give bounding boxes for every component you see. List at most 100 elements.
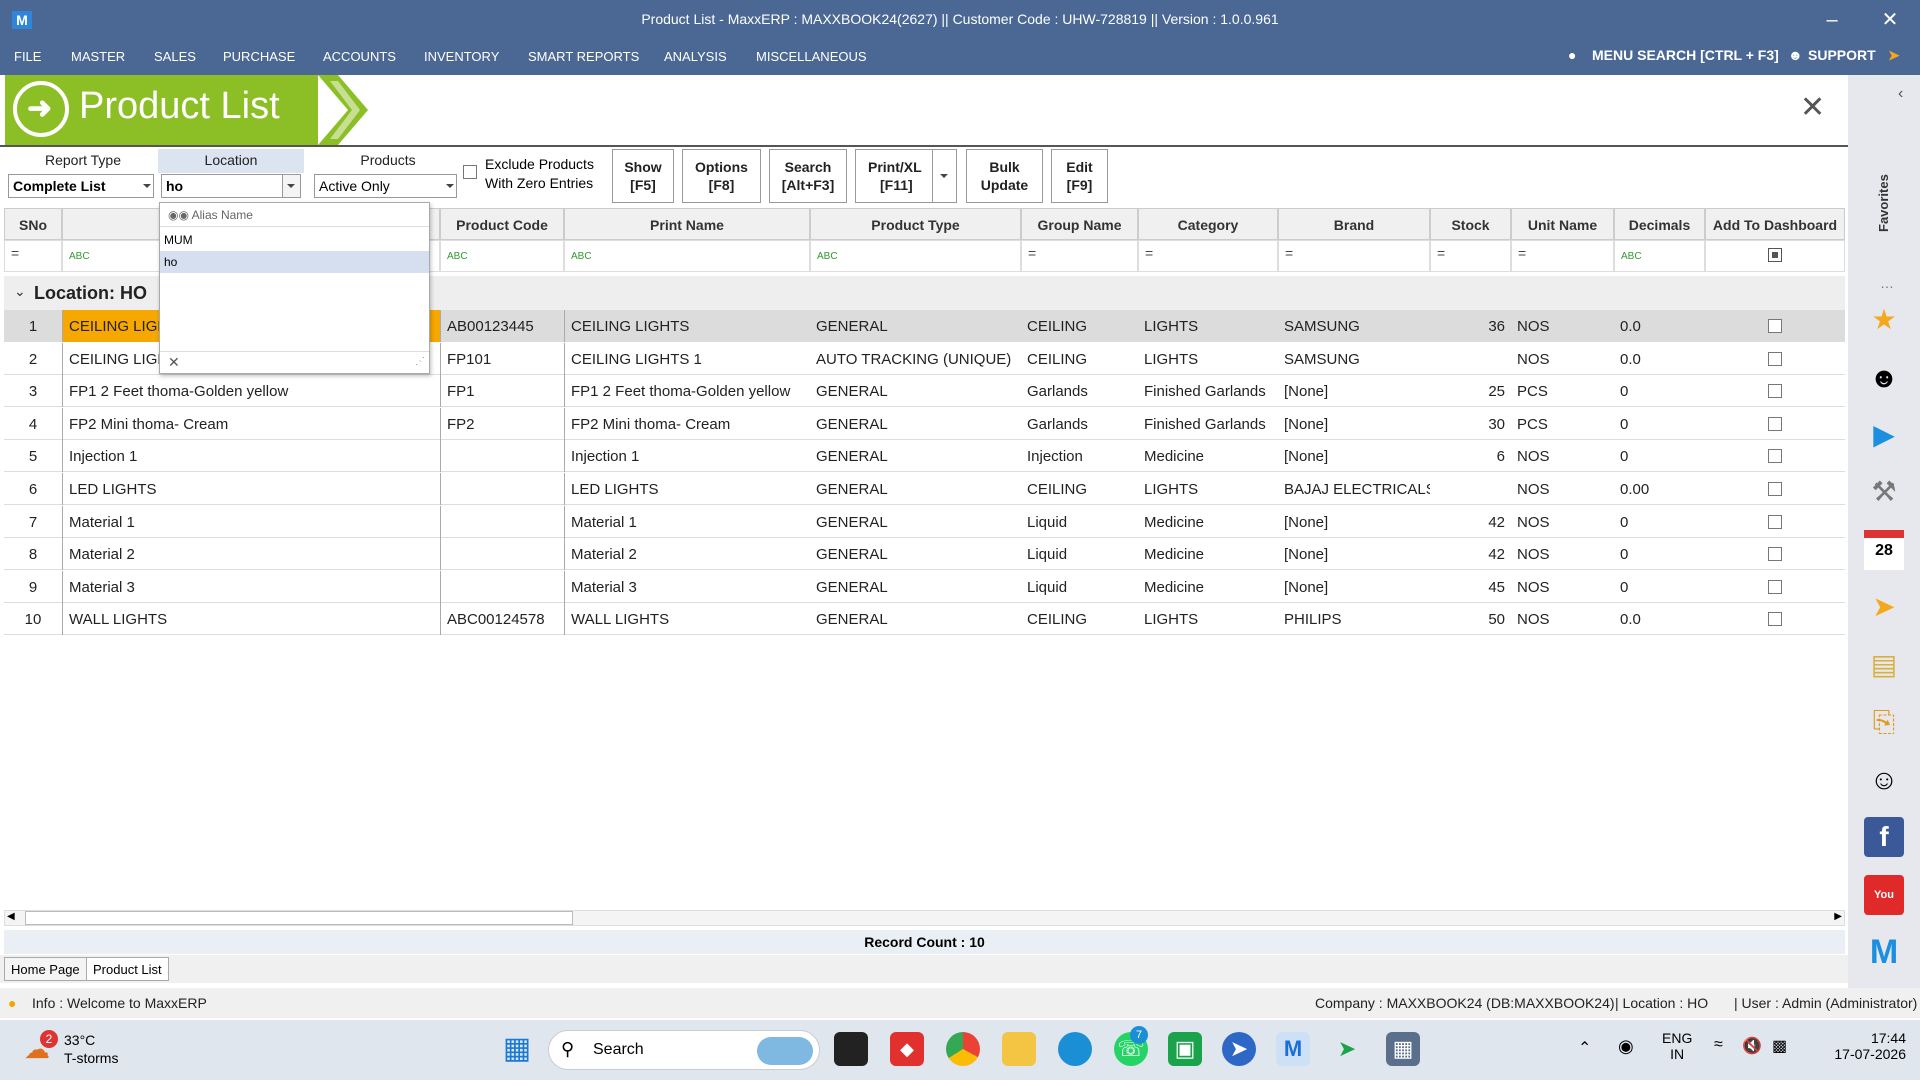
filter-decimals[interactable]: ABC xyxy=(1614,240,1705,272)
cell-product-name[interactable]: FP1 2 Feet thoma-Golden yellow xyxy=(62,375,440,408)
clear-icon[interactable]: ✕ xyxy=(168,354,180,370)
col-brand[interactable]: Brand xyxy=(1278,208,1430,240)
add-to-dashboard-checkbox[interactable] xyxy=(1768,384,1782,399)
add-to-dashboard-checkbox[interactable] xyxy=(1768,482,1782,496)
cell-group-name[interactable]: Garlands xyxy=(1021,408,1138,440)
cell-category[interactable]: LIGHTS xyxy=(1138,310,1278,342)
collapse-icon[interactable]: ‹ xyxy=(1898,85,1903,103)
chevron-up-icon[interactable]: ⌃ xyxy=(1578,1038,1591,1058)
col-sno[interactable]: SNo xyxy=(4,208,62,240)
chevron-down-icon[interactable]: ⌄ xyxy=(14,283,26,300)
show-button[interactable]: Show [F5] xyxy=(612,149,674,203)
cell-group-name[interactable]: Liquid xyxy=(1021,538,1138,570)
cell-sno[interactable]: 4 xyxy=(4,408,62,440)
support-button[interactable]: SUPPORT xyxy=(1808,47,1876,63)
menu-miscellaneous[interactable]: MISCELLANEOUS xyxy=(756,49,867,64)
clipboard-icon[interactable]: ⎘ xyxy=(1864,702,1904,742)
exclude-zero-checkbox[interactable] xyxy=(463,165,477,179)
cell-print-name[interactable]: CEILING LIGHTS xyxy=(564,310,810,342)
filter-add-to-dashboard[interactable] xyxy=(1705,240,1845,272)
browser-icon[interactable]: ➤ xyxy=(1222,1032,1256,1066)
table-row[interactable]: 4 FP2 Mini thoma- Cream FP2 FP2 Mini thoma-… xyxy=(4,407,1845,440)
cell-product-name[interactable]: Material 2 xyxy=(62,538,440,571)
tools-icon[interactable]: ⚒ xyxy=(1864,472,1904,512)
menu-search[interactable]: MENU SEARCH [CTRL + F3] xyxy=(1592,47,1779,63)
maxxerp-taskbar-icon[interactable]: M xyxy=(1276,1032,1310,1066)
weather-desc[interactable]: T-storms xyxy=(64,1050,118,1066)
col-group-name[interactable]: Group Name xyxy=(1021,208,1138,240)
chrome-icon[interactable] xyxy=(946,1032,980,1066)
file-explorer-icon[interactable] xyxy=(1002,1032,1036,1066)
taskbar-search[interactable]: ⚲ Search xyxy=(548,1030,820,1070)
cell-category[interactable]: Medicine xyxy=(1138,440,1278,472)
cell-product-code[interactable] xyxy=(440,473,564,505)
filter-unit-name[interactable]: = xyxy=(1511,240,1614,272)
cell-print-name[interactable]: Material 2 xyxy=(564,538,810,571)
cell-brand[interactable]: BAJAJ ELECTRICALS xyxy=(1278,473,1430,505)
add-to-dashboard-checkbox[interactable] xyxy=(1768,319,1782,333)
cell-product-name[interactable]: WALL LIGHTS xyxy=(62,603,440,636)
green-arrow-icon[interactable]: ➤ xyxy=(1330,1032,1364,1066)
cell-stock[interactable]: 25 xyxy=(1430,375,1511,407)
cell-product-type[interactable]: GENERAL xyxy=(810,408,1021,440)
table-row[interactable]: 7 Material 1 Material 1 GENERAL Liquid Medici… xyxy=(4,505,1845,538)
cell-unit-name[interactable]: NOS xyxy=(1511,603,1614,635)
wifi-icon[interactable]: ≈ xyxy=(1714,1036,1723,1054)
cell-product-code[interactable] xyxy=(440,505,564,538)
notes-icon[interactable]: ▤ xyxy=(1864,645,1904,685)
cell-unit-name[interactable]: NOS xyxy=(1511,538,1614,570)
cell-sno[interactable]: 2 xyxy=(4,343,62,375)
menu-analysis[interactable]: ANALYSIS xyxy=(664,49,727,64)
menu-inventory[interactable]: INVENTORY xyxy=(424,49,499,64)
location-input[interactable]: ho xyxy=(161,174,301,198)
cell-product-type[interactable]: AUTO TRACKING (UNIQUE) xyxy=(810,343,1021,375)
cell-product-code[interactable]: FP101 xyxy=(440,342,564,375)
calculator-icon[interactable]: ▦ xyxy=(1386,1032,1420,1066)
filter-stock[interactable]: = xyxy=(1430,240,1511,272)
cell-category[interactable]: LIGHTS xyxy=(1138,473,1278,505)
cell-group-name[interactable]: Injection xyxy=(1021,440,1138,472)
cell-sno[interactable]: 3 xyxy=(4,375,62,407)
cell-decimals[interactable]: 0 xyxy=(1614,571,1705,603)
col-stock[interactable]: Stock xyxy=(1430,208,1511,240)
weather-temp[interactable]: 33°C xyxy=(64,1032,95,1048)
close-window-icon[interactable]: ✕ xyxy=(1870,6,1910,34)
cell-decimals[interactable]: 0.00 xyxy=(1614,473,1705,505)
close-page-icon[interactable]: ✕ xyxy=(1800,90,1825,125)
cell-decimals[interactable]: 0 xyxy=(1614,375,1705,407)
language-indicator[interactable]: ENG IN xyxy=(1662,1030,1692,1062)
users-icon[interactable]: ☺ xyxy=(1864,760,1904,800)
tab-home-page[interactable]: Home Page xyxy=(4,957,87,981)
cell-stock[interactable]: 50 xyxy=(1430,603,1511,635)
cell-stock[interactable]: 42 xyxy=(1430,506,1511,538)
user-icon[interactable]: ☻ xyxy=(1864,358,1904,398)
scroll-left-icon[interactable]: ◀ xyxy=(7,911,15,922)
cell-group-name[interactable]: CEILING xyxy=(1021,343,1138,375)
cell-product-name[interactable]: Material 3 xyxy=(62,570,440,603)
cell-category[interactable]: Medicine xyxy=(1138,506,1278,538)
speaker-muted-icon[interactable]: 🔇 xyxy=(1742,1036,1762,1056)
cell-print-name[interactable]: Material 1 xyxy=(564,505,810,538)
col-category[interactable]: Category xyxy=(1138,208,1278,240)
add-to-dashboard-checkbox[interactable] xyxy=(1768,514,1782,529)
broom-icon[interactable]: ➤ xyxy=(1864,587,1904,627)
cell-sno[interactable]: 6 xyxy=(4,473,62,505)
cell-decimals[interactable]: 0 xyxy=(1614,440,1705,472)
cell-unit-name[interactable]: NOS xyxy=(1511,310,1614,342)
add-to-dashboard-checkbox[interactable] xyxy=(1768,449,1782,464)
report-type-select[interactable]: Complete List xyxy=(8,174,154,198)
green-app-icon[interactable]: ▣ xyxy=(1168,1032,1202,1066)
col-unit-name[interactable]: Unit Name xyxy=(1511,208,1614,240)
cell-print-name[interactable]: LED LIGHTS xyxy=(564,473,810,505)
filter-product-code[interactable]: ABC xyxy=(440,240,564,272)
cell-sno[interactable]: 10 xyxy=(4,603,62,635)
cell-product-type[interactable]: GENERAL xyxy=(810,310,1021,342)
cell-sno[interactable]: 7 xyxy=(4,506,62,538)
col-product-type[interactable]: Product Type xyxy=(810,208,1021,240)
cell-decimals[interactable]: 0.0 xyxy=(1614,310,1705,342)
cell-sno[interactable]: 5 xyxy=(4,440,62,472)
col-product-code[interactable]: Product Code xyxy=(440,208,564,240)
tab-product-list[interactable]: Product List xyxy=(86,957,169,981)
cell-brand[interactable]: [None] xyxy=(1278,375,1430,407)
print-menu-button[interactable] xyxy=(932,150,956,202)
